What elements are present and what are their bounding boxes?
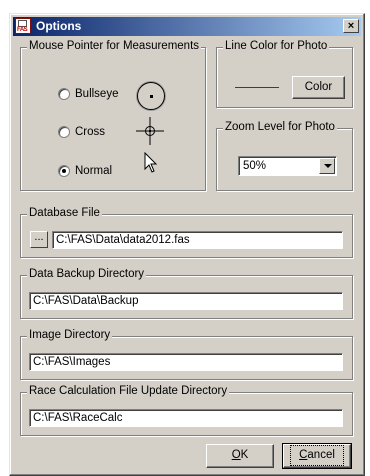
cancel-focus-ring: Cancel [290, 445, 344, 466]
crosshair-icon [136, 117, 164, 145]
browse-database-button[interactable]: ... [30, 231, 48, 248]
ellipsis-icon: ... [34, 231, 44, 243]
race-calc-directory-legend: Race Calculation File Update Directory [27, 385, 230, 397]
race-calc-directory-group: Race Calculation File Update Directory C… [20, 385, 353, 436]
database-file-group: Database File ... C:\FAS\Data\data2012.f… [20, 207, 353, 258]
image-directory-field[interactable]: C:\FAS\Images [29, 353, 343, 371]
line-color-group: Line Color for Photo Color [216, 40, 353, 108]
database-file-field[interactable]: C:\FAS\Data\data2012.fas [52, 231, 343, 249]
cancel-button[interactable]: Cancel [282, 443, 352, 469]
backup-directory-legend: Data Backup Directory [27, 268, 147, 280]
image-directory-legend: Image Directory [27, 329, 113, 341]
zoom-level-value: 50% [243, 160, 267, 172]
radio-bullseye-button[interactable] [58, 88, 70, 100]
close-button[interactable]: × [343, 19, 359, 33]
backup-directory-field[interactable]: C:\FAS\Data\Backup [29, 292, 343, 310]
zoom-level-select[interactable]: 50% [238, 156, 337, 176]
cancel-label: ancel [307, 449, 335, 461]
radio-cross[interactable]: Cross [58, 124, 138, 140]
title-bar[interactable]: FAS Options × [13, 17, 361, 36]
zoom-level-legend: Zoom Level for Photo [223, 121, 337, 133]
arrow-pointer-icon [144, 152, 158, 173]
line-color-swatch [235, 87, 279, 88]
color-button-label: Color [304, 81, 333, 93]
zoom-level-group: Zoom Level for Photo 50% [216, 121, 353, 191]
radio-normal-button[interactable] [58, 165, 70, 177]
line-color-legend: Line Color for Photo [223, 40, 330, 52]
mouse-pointer-group: Mouse Pointer for Measurements Bullseye … [20, 40, 206, 191]
radio-bullseye-label: Bullseye [75, 88, 119, 100]
ok-label: K [240, 449, 249, 461]
options-dialog: FAS Options × Mouse Pointer for Measurem… [9, 13, 365, 476]
radio-cross-label: Cross [75, 126, 106, 138]
chevron-down-icon[interactable] [319, 158, 335, 174]
color-button[interactable]: Color [292, 76, 345, 99]
radio-cross-button[interactable] [58, 126, 70, 138]
bullseye-icon [137, 82, 165, 110]
ok-button[interactable]: OK [206, 444, 274, 468]
mouse-pointer-legend: Mouse Pointer for Measurements [27, 40, 202, 52]
fas-app-icon: FAS [15, 18, 31, 34]
radio-normal[interactable]: Normal [58, 163, 138, 179]
radio-normal-label: Normal [75, 165, 113, 177]
close-icon: × [347, 20, 355, 32]
database-file-legend: Database File [27, 207, 102, 219]
backup-directory-group: Data Backup Directory C:\FAS\Data\Backup [20, 268, 353, 319]
window-title: Options [36, 19, 82, 33]
image-directory-group: Image Directory C:\FAS\Images [20, 329, 353, 380]
ok-mnemonic: O [231, 449, 241, 461]
app-icon-text: FAS [17, 27, 28, 33]
radio-bullseye[interactable]: Bullseye [58, 86, 138, 102]
race-calc-directory-field[interactable]: C:\FAS\RaceCalc [29, 409, 343, 427]
